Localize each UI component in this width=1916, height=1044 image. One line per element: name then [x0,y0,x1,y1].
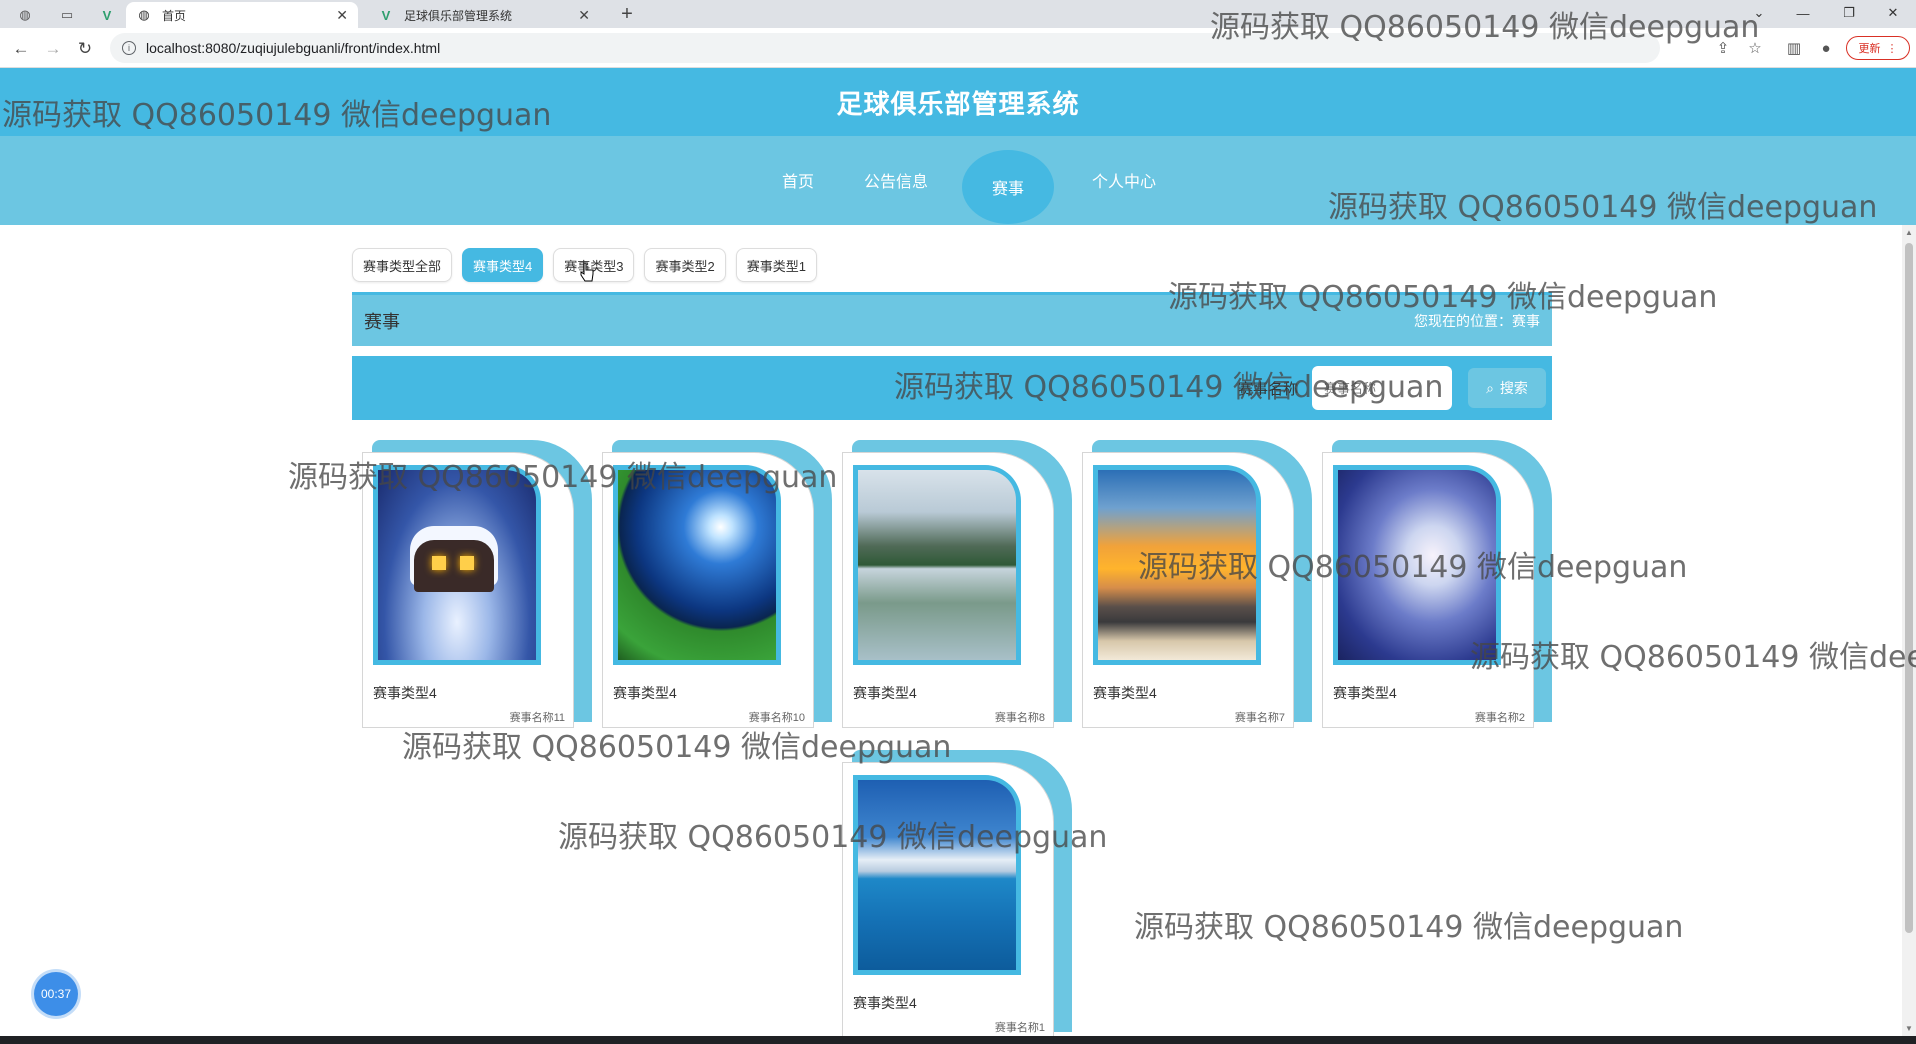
reload-button[interactable]: ↻ [72,36,98,62]
match-card[interactable]: 赛事类型4 赛事名称7 [1082,440,1312,728]
card-name: 赛事名称2 [1474,712,1525,724]
card-image[interactable] [858,470,1016,660]
search-bar: 赛事名称 ⌕ 搜索 [352,356,1552,420]
search-input[interactable] [1312,366,1452,410]
filter-all[interactable]: 赛事类型全部 [352,248,453,282]
globe-icon: ◍ [138,7,150,22]
update-label: 更新 [1858,43,1881,55]
filter-type-2[interactable]: 赛事类型2 [644,248,726,282]
star-icon[interactable]: ☆ [1744,37,1766,59]
share-icon[interactable]: ⇪ [1712,37,1734,59]
card-name: 赛事名称1 [994,1022,1045,1034]
close-icon[interactable]: ✕ [578,7,590,24]
forward-button[interactable]: → [40,36,66,62]
browser-tab-bar: ◍ ▭ V ◍ 首页 ✕ V 足球俱乐部管理系统 ✕ + ⌄ — ❐ ✕ [0,0,1916,28]
card-body: 赛事类型4 赛事名称8 [842,452,1054,728]
match-card[interactable]: 赛事类型4 赛事名称2 [1322,440,1552,728]
nav-item-home[interactable]: 首页 [758,152,838,208]
match-card[interactable]: 赛事类型4 赛事名称11 [362,440,592,728]
close-window-button[interactable]: ✕ [1870,0,1916,26]
section-title: 赛事 [364,311,400,332]
vue-icon: V [381,7,391,23]
tab-favicon-blank-icon[interactable]: ▭ [52,4,82,26]
card-image-frame [373,465,541,665]
main-nav: 首页 公告信息 赛事 个人中心 [0,136,1916,225]
match-card[interactable]: 赛事类型4 赛事名称10 [602,440,832,728]
card-name: 赛事名称11 [509,712,565,724]
site-header: 足球俱乐部管理系统 [0,68,1916,136]
scroll-down-icon[interactable]: ▼ [1904,1024,1914,1034]
nav-item-notices[interactable]: 公告信息 [852,152,940,208]
new-tab-button[interactable]: + [614,2,640,26]
browser-tab-home[interactable]: ◍ 首页 ✕ [126,2,358,28]
card-image-frame [613,465,781,665]
nav-item-profile[interactable]: 个人中心 [1082,152,1166,208]
address-toolbar: ← → ↻ i localhost:8080/zuqiujulebguanli/… [0,28,1916,68]
search-label: 赛事名称 [1238,381,1299,398]
card-image[interactable] [618,470,776,660]
match-card[interactable]: 赛事类型4 赛事名称8 [842,440,1072,728]
card-image[interactable] [1338,470,1496,660]
card-body: 赛事类型4 赛事名称7 [1082,452,1294,728]
card-name: 赛事名称8 [994,712,1045,724]
info-icon[interactable]: i [122,41,136,55]
nav-item-matches[interactable]: 赛事 [962,150,1054,224]
card-body: 赛事类型4 赛事名称10 [602,452,814,728]
taskbar-strip [0,1036,1916,1044]
card-category: 赛事类型4 [853,685,917,701]
tab-favicon-vue-icon[interactable]: V [92,4,122,26]
search-button-label: 搜索 [1499,380,1528,396]
card-name: 赛事名称7 [1234,712,1285,724]
card-body: 赛事类型4 赛事名称11 [362,452,574,728]
watermark: 源码获取 QQ86050149 微信deepguan [1134,910,1684,945]
card-image-frame [853,775,1021,975]
snow-house-shape [414,540,494,592]
tab-title: 首页 [162,8,187,23]
url-text: localhost:8080/zuqiujulebguanli/front/in… [146,40,441,56]
hand-cursor-icon [580,262,594,282]
chevron-down-icon[interactable]: ⌄ [1736,0,1782,26]
profile-icon[interactable]: ● [1815,37,1837,59]
close-icon[interactable]: ✕ [336,7,348,24]
minimize-button[interactable]: — [1780,0,1826,26]
back-button[interactable]: ← [8,36,34,62]
scrollbar-thumb[interactable] [1905,243,1913,933]
card-name: 赛事名称10 [748,712,805,724]
search-button[interactable]: ⌕ 搜索 [1468,368,1546,408]
card-category: 赛事类型4 [613,685,677,701]
tab-favicon-globe-icon[interactable]: ◍ [10,4,40,26]
restore-button[interactable]: ❐ [1826,0,1872,26]
section-bar: 赛事 您现在的位置：赛事 [352,292,1552,346]
url-bar[interactable]: i localhost:8080/zuqiujulebguanli/front/… [110,33,1660,63]
sidebar-icon[interactable]: ▥ [1783,37,1805,59]
match-card[interactable]: 赛事类型4 赛事名称1 [842,750,1072,1038]
card-image-frame [1333,465,1501,665]
scroll-up-icon[interactable]: ▲ [1904,228,1914,238]
card-image-frame [1093,465,1261,665]
breadcrumb: 您现在的位置：赛事 [1414,312,1540,329]
card-image[interactable] [1098,470,1256,660]
search-icon: ⌕ [1486,379,1494,396]
timer-badge[interactable]: 00:37 [34,972,78,1016]
browser-tab-system[interactable]: V 足球俱乐部管理系统 ✕ [368,2,600,28]
site-title: 足球俱乐部管理系统 [836,88,1080,119]
page-scrollbar[interactable]: ▲ ▼ [1902,225,1916,1037]
card-category: 赛事类型4 [373,685,437,701]
card-body: 赛事类型4 赛事名称2 [1322,452,1534,728]
card-category: 赛事类型4 [1093,685,1157,701]
card-body: 赛事类型4 赛事名称1 [842,762,1054,1038]
card-image-frame [853,465,1021,665]
tab-title: 足球俱乐部管理系统 [404,8,513,23]
filter-type-1[interactable]: 赛事类型1 [735,248,817,282]
update-button[interactable]: 更新 ⋮ [1846,36,1910,60]
card-category: 赛事类型4 [853,995,917,1011]
more-icon: ⋮ [1886,42,1898,55]
card-image[interactable] [378,470,536,660]
card-image[interactable] [858,780,1016,970]
window-shape [460,556,474,570]
window-shape [432,556,446,570]
filter-type-4[interactable]: 赛事类型4 [462,248,544,282]
card-category: 赛事类型4 [1333,685,1397,701]
